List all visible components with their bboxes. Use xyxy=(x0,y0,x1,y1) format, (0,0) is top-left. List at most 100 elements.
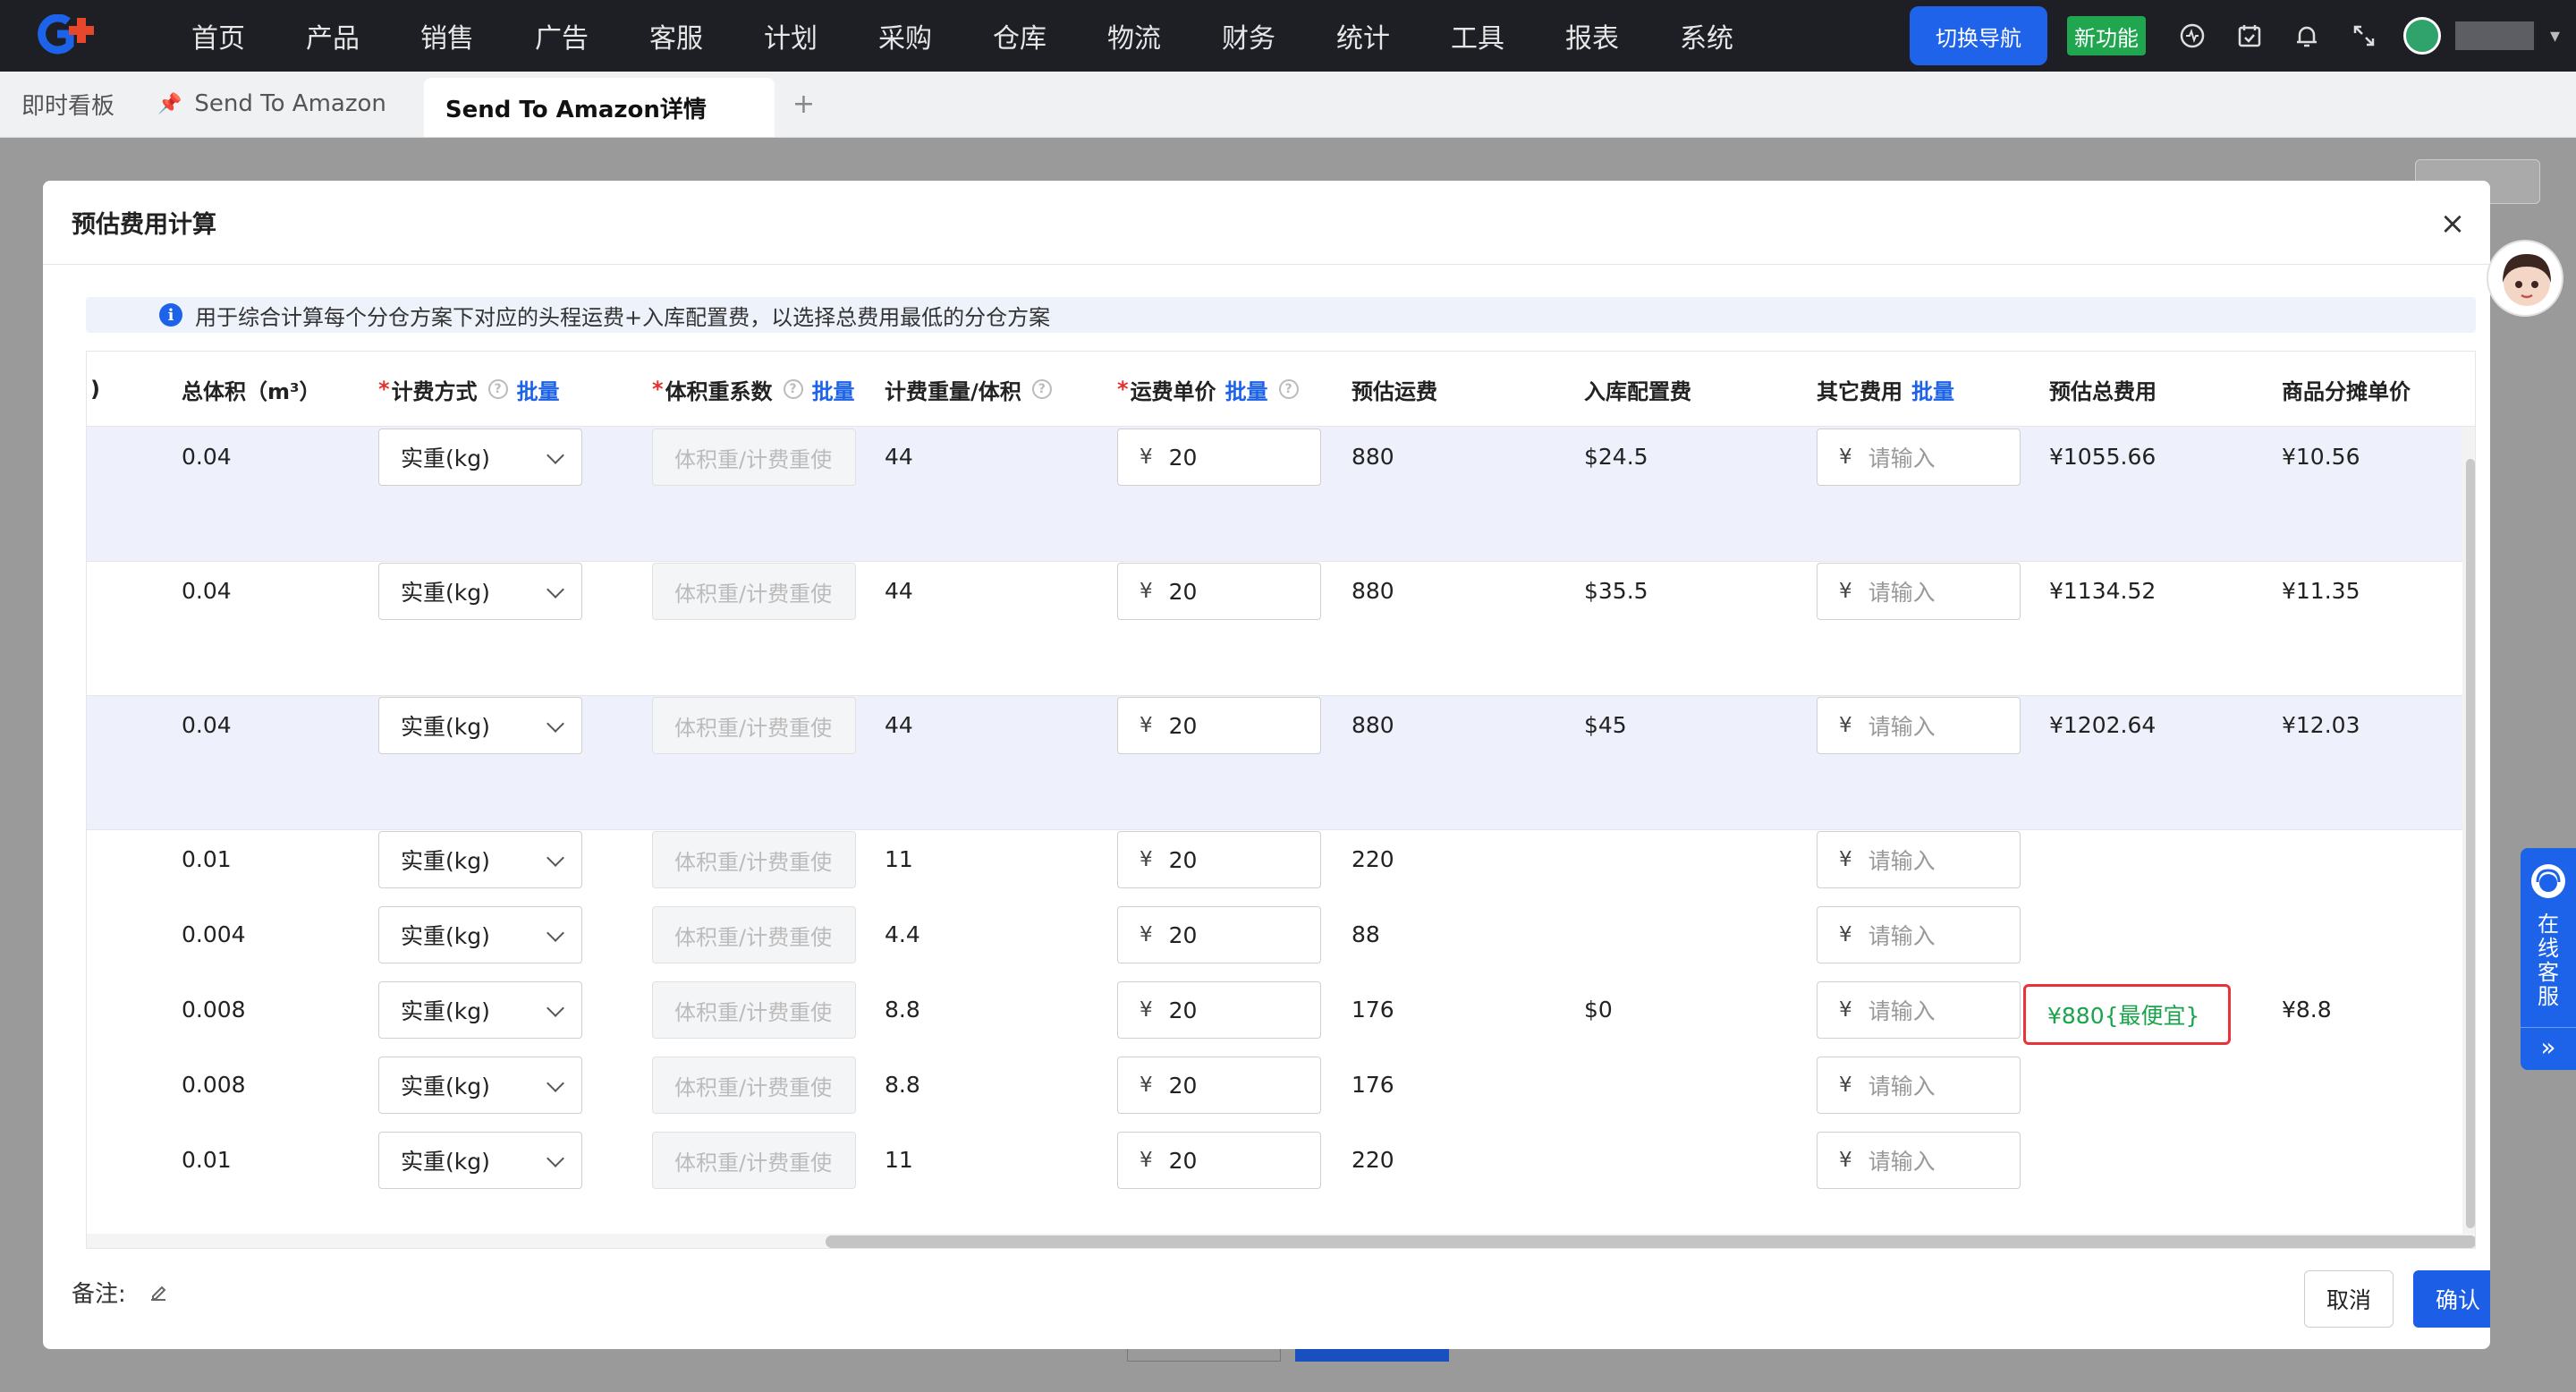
col-billing-weight-label: 计费重量/体积 xyxy=(885,378,1021,404)
freight-price-input[interactable]: ¥20 xyxy=(1117,1057,1321,1114)
batch-freight-price-link[interactable]: 批量 xyxy=(1225,374,1268,405)
nav-item-system[interactable]: 系统 xyxy=(1649,16,1764,55)
other-fee-input[interactable]: ¥ 请输入 xyxy=(1817,697,2021,754)
collapse-arrow-icon[interactable]: » xyxy=(2521,1032,2576,1062)
help-icon[interactable]: ? xyxy=(487,379,508,399)
unit-price-cell: ¥8.8 xyxy=(2282,997,2332,1023)
billing-weight-cell: 8.8 xyxy=(885,997,920,1023)
batch-volume-factor-link[interactable]: 批量 xyxy=(812,374,855,405)
total-volume-cell: 0.01 xyxy=(182,846,232,872)
billing-weight-cell: 4.4 xyxy=(885,921,920,947)
assistant-avatar[interactable] xyxy=(2487,240,2563,317)
help-icon[interactable]: ? xyxy=(1278,379,1299,399)
confirm-button[interactable]: 确认 xyxy=(2413,1270,2490,1328)
freight-price-input[interactable]: ¥20 xyxy=(1117,981,1321,1039)
online-customer-service-panel[interactable]: 在线客服 » xyxy=(2521,848,2576,1070)
est-freight-cell: 176 xyxy=(1352,997,1394,1023)
volume-factor-input: 体积重/计费重使 xyxy=(652,831,856,888)
billing-method-select[interactable]: 实重(kg) xyxy=(378,906,582,963)
yen-symbol: ¥ xyxy=(1839,923,1852,946)
col-volume-factor-label: 体积重系数 xyxy=(665,378,773,404)
billing-method-select[interactable]: 实重(kg) xyxy=(378,429,582,486)
billing-method-select[interactable]: 实重(kg) xyxy=(378,831,582,888)
nav-item-purchase[interactable]: 采购 xyxy=(848,16,962,55)
table-header: ) 总体积（m³） * 计费方式 ? 批量 * 体积重系数 ? 批量 计费重量/… xyxy=(87,352,2475,427)
switch-nav-button[interactable]: 切换导航 xyxy=(1909,6,2047,65)
nav-item-customer-service[interactable]: 客服 xyxy=(619,16,733,55)
nav-item-logistics[interactable]: 物流 xyxy=(1077,16,1191,55)
total-volume-cell: 0.04 xyxy=(182,578,232,604)
other-fee-input[interactable]: ¥ 请输入 xyxy=(1817,831,2021,888)
help-icon[interactable]: ? xyxy=(1031,379,1052,399)
other-fee-placeholder: 请输入 xyxy=(1868,1074,1936,1099)
horizontal-scrollbar-thumb[interactable] xyxy=(826,1235,2475,1248)
col-volume-factor: * 体积重系数 ? 批量 xyxy=(652,352,855,427)
billing-method-select[interactable]: 实重(kg) xyxy=(378,1132,582,1189)
other-fee-input[interactable]: ¥ 请输入 xyxy=(1817,1057,2021,1114)
nav-item-warehouse[interactable]: 仓库 xyxy=(962,16,1077,55)
billing-method-select[interactable]: 实重(kg) xyxy=(378,981,582,1039)
inbound-fee-cell: $45 xyxy=(1584,712,1627,738)
tab-send-to-amazon-detail[interactable]: Send To Amazon详情 xyxy=(423,78,775,137)
add-tab-button[interactable]: + xyxy=(792,71,815,137)
yen-symbol: ¥ xyxy=(1140,580,1153,603)
nav-item-plan[interactable]: 计划 xyxy=(733,16,848,55)
volume-factor-input: 体积重/计费重使 xyxy=(652,981,856,1039)
other-fee-input[interactable]: ¥ 请输入 xyxy=(1817,981,2021,1039)
freight-price-input[interactable]: ¥20 xyxy=(1117,831,1321,888)
user-avatar[interactable] xyxy=(2402,17,2441,55)
nav-item-statistics[interactable]: 统计 xyxy=(1306,16,1420,55)
nav-item-home[interactable]: 首页 xyxy=(161,16,275,55)
new-feature-button[interactable]: 新功能 xyxy=(2066,16,2146,55)
nav-item-ads[interactable]: 广告 xyxy=(504,16,619,55)
fullscreen-icon[interactable] xyxy=(2335,0,2393,72)
nav-item-reports[interactable]: 报表 xyxy=(1535,16,1649,55)
billing-method-select[interactable]: 实重(kg) xyxy=(378,563,582,620)
freight-price-input[interactable]: ¥20 xyxy=(1117,429,1321,486)
billing-method-value: 实重(kg) xyxy=(401,923,490,949)
freight-price-input[interactable]: ¥20 xyxy=(1117,563,1321,620)
billing-method-value: 实重(kg) xyxy=(401,1149,490,1175)
pulse-icon[interactable] xyxy=(2164,0,2221,72)
edit-icon[interactable] xyxy=(148,1282,169,1303)
other-fee-input[interactable]: ¥ 请输入 xyxy=(1817,906,2021,963)
unit-price-cell: ¥11.35 xyxy=(2282,578,2360,604)
other-fee-input[interactable]: ¥ 请输入 xyxy=(1817,563,2021,620)
other-fee-input[interactable]: ¥ 请输入 xyxy=(1817,429,2021,486)
other-fee-placeholder: 请输入 xyxy=(1868,580,1936,606)
chevron-down-icon xyxy=(547,999,564,1017)
modal-title: 预估费用计算 xyxy=(72,211,216,239)
modal-header: 预估费用计算 × xyxy=(43,181,2490,265)
remark-row: 备注: xyxy=(72,1276,169,1309)
username-redacted[interactable] xyxy=(2454,21,2534,50)
nav-item-product[interactable]: 产品 xyxy=(275,16,390,55)
info-banner: i 用于综合计算每个分仓方案下对应的头程运费+入库配置费，以选择总费用最低的分仓… xyxy=(86,297,2476,333)
close-icon[interactable]: × xyxy=(2435,206,2470,242)
tab-dashboard[interactable]: 即时看板 xyxy=(0,71,136,137)
brand-logo[interactable] xyxy=(32,13,111,57)
tab-send-to-amazon[interactable]: 📌 Send To Amazon xyxy=(136,71,408,137)
required-mark: * xyxy=(1117,377,1129,402)
freight-price-input[interactable]: ¥20 xyxy=(1117,906,1321,963)
inbound-fee-cell: $35.5 xyxy=(1584,578,1648,604)
cost-estimate-modal: 预估费用计算 × i 用于综合计算每个分仓方案下对应的头程运费+入库配置费，以选… xyxy=(43,181,2490,1349)
chevron-down-icon xyxy=(547,446,564,464)
freight-price-input[interactable]: ¥20 xyxy=(1117,1132,1321,1189)
billing-method-select[interactable]: 实重(kg) xyxy=(378,1057,582,1114)
nav-item-sales[interactable]: 销售 xyxy=(390,16,504,55)
calendar-icon[interactable] xyxy=(2221,0,2278,72)
batch-billing-method-link[interactable]: 批量 xyxy=(517,374,560,405)
freight-price-value: 20 xyxy=(1168,578,1198,605)
billing-method-select[interactable]: 实重(kg) xyxy=(378,697,582,754)
help-icon[interactable]: ? xyxy=(783,379,803,399)
freight-price-input[interactable]: ¥20 xyxy=(1117,697,1321,754)
batch-other-fee-link[interactable]: 批量 xyxy=(1911,374,1954,405)
cancel-button[interactable]: 取消 xyxy=(2304,1270,2394,1328)
bell-icon[interactable] xyxy=(2278,0,2335,72)
chevron-down-icon xyxy=(547,715,564,733)
chevron-down-icon[interactable]: ▾ xyxy=(2550,25,2560,47)
vertical-scrollbar-thumb[interactable] xyxy=(2466,459,2475,1228)
nav-item-finance[interactable]: 财务 xyxy=(1191,16,1306,55)
other-fee-input[interactable]: ¥ 请输入 xyxy=(1817,1132,2021,1189)
nav-item-tools[interactable]: 工具 xyxy=(1420,16,1535,55)
